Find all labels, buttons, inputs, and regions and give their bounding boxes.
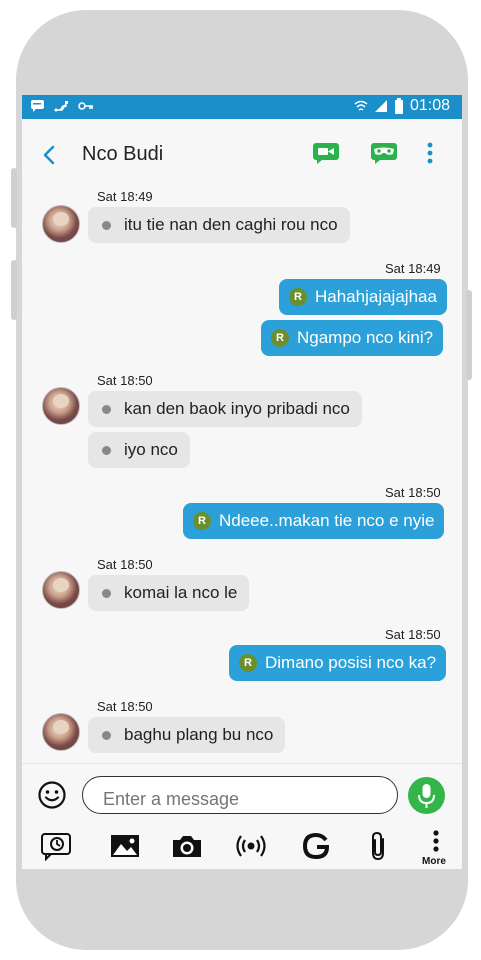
phone-side-button [466,290,472,380]
incoming-message-bubble[interactable]: kan den baok inyo pribadi nco [88,391,362,427]
usb-icon [54,101,68,112]
incoming-message-bubble[interactable]: itu tie nan den caghi rou nco [88,207,350,243]
incoming-message-bubble[interactable]: iyo nco [88,432,190,468]
avatar[interactable] [42,205,80,243]
message-time: Sat 18:50 [385,627,441,642]
key-icon [78,102,93,110]
outgoing-message-bubble[interactable]: R Dimano posisi nco ka? [229,645,447,681]
status-dot [102,445,111,455]
paperclip-icon[interactable] [362,831,396,861]
r-badge-icon: R [271,329,289,347]
r-badge-icon: R [289,288,307,306]
message-text: kan den baok inyo pribadi nco [124,399,350,418]
avatar[interactable] [42,387,80,425]
attachment-toolbar: More [22,825,462,869]
message-text: Ndeee..makan tie nco e nyie [219,511,435,530]
r-badge-icon: R [239,654,257,672]
message-time: Sat 18:50 [385,485,441,500]
outgoing-message-bubble[interactable]: R Ndeee..makan tie nco e nyie [183,503,445,539]
contact-name: Nco Budi [82,143,164,165]
more-icon[interactable] [431,829,441,855]
status-dot [102,730,111,740]
back-arrow-icon[interactable] [38,141,62,169]
outgoing-message-bubble[interactable]: R Ngampo nco kini? [261,320,444,356]
incoming-message-bubble[interactable]: komai la nco le [88,575,250,611]
phone-side-button [11,168,17,228]
message-text: Ngampo nco kini? [297,328,434,347]
r-badge-icon: R [193,512,211,530]
sticker-icon[interactable] [40,831,74,861]
phone-side-button [11,260,17,320]
message-time: Sat 18:49 [97,189,153,204]
mic-icon [418,784,435,808]
message-text: itu tie nan den caghi rou nco [124,215,338,234]
avatar[interactable] [42,713,80,751]
signal-icon [374,100,387,112]
status-dot [102,220,111,230]
mask-icon[interactable] [370,141,398,165]
video-call-icon[interactable] [312,141,340,165]
smiley-icon[interactable] [37,780,67,810]
message-time: Sat 18:49 [385,261,441,276]
message-text: komai la nco le [124,583,238,602]
composer [22,763,462,825]
broadcast-icon[interactable] [234,831,268,861]
message-time: Sat 18:50 [97,699,153,714]
avatar[interactable] [42,571,80,609]
message-text: iyo nco [124,440,178,459]
overflow-menu-icon[interactable] [422,141,438,165]
mic-button[interactable] [408,777,445,814]
image-icon[interactable] [108,831,142,861]
message-list[interactable]: Sat 18:49 itu tie nan den caghi rou nco … [22,189,462,763]
message-text: Dimano posisi nco ka? [265,653,437,672]
google-icon[interactable] [300,831,334,861]
app-bar: Nco Budi [22,119,462,191]
battery-icon [394,98,403,114]
message-time: Sat 18:50 [97,373,153,388]
camera-icon[interactable] [170,831,204,861]
outgoing-message-bubble[interactable]: R Hahahjajajajhaa [279,279,447,315]
status-dot [102,404,111,414]
status-bar: 01:08 [22,95,462,119]
message-input[interactable] [82,776,398,814]
status-dot [102,588,111,598]
incoming-message-bubble[interactable]: baghu plang bu nco [88,717,286,753]
status-time: 01:08 [409,97,450,114]
more-label[interactable]: More [422,856,446,867]
message-text: baghu plang bu nco [124,725,274,744]
wifi-icon [354,100,368,111]
message-text: Hahahjajajajhaa [315,287,437,306]
chat-notification-icon [31,100,44,112]
screen: 01:08 Nco Budi Sat 18:49 itu tie nan den… [22,95,462,869]
message-time: Sat 18:50 [97,557,153,572]
